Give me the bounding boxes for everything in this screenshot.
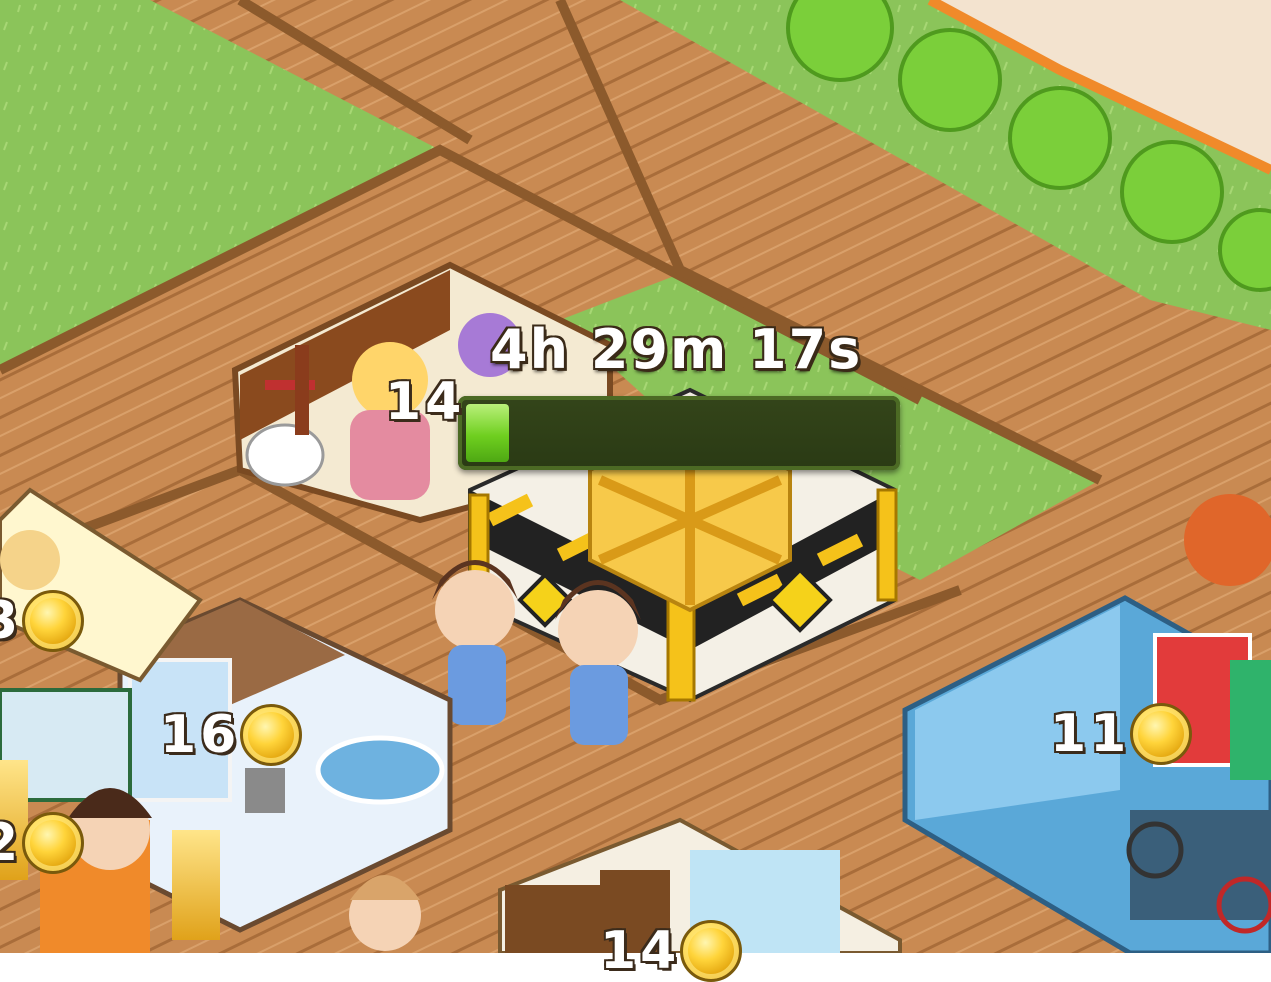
build-progress-bar <box>458 396 900 470</box>
game-world[interactable] <box>0 0 1271 953</box>
coin-badge[interactable]: 14 <box>600 920 743 982</box>
build-timer-text: 4h 29m 17s <box>490 318 863 381</box>
coin-count: 3 <box>0 591 23 651</box>
coin-icon[interactable] <box>1130 703 1193 765</box>
coin-badge[interactable]: 11 <box>1050 703 1193 765</box>
coin-badge[interactable]: 2 <box>0 812 85 874</box>
coin-count: 16 <box>160 705 241 765</box>
build-progress-fill <box>466 404 509 462</box>
coin-count: 14 <box>385 372 466 432</box>
coin-count: 14 <box>600 921 681 981</box>
coin-badge[interactable]: 16 <box>160 704 303 766</box>
coin-icon[interactable] <box>240 704 303 766</box>
coin-badge[interactable]: 3 <box>0 590 85 652</box>
coin-icon[interactable] <box>22 812 85 874</box>
coin-icon[interactable] <box>22 590 85 652</box>
coin-count: 11 <box>1050 704 1131 764</box>
coin-badge[interactable]: 14 <box>385 372 465 432</box>
coin-count: 2 <box>0 813 23 873</box>
coin-icon[interactable] <box>680 920 743 982</box>
